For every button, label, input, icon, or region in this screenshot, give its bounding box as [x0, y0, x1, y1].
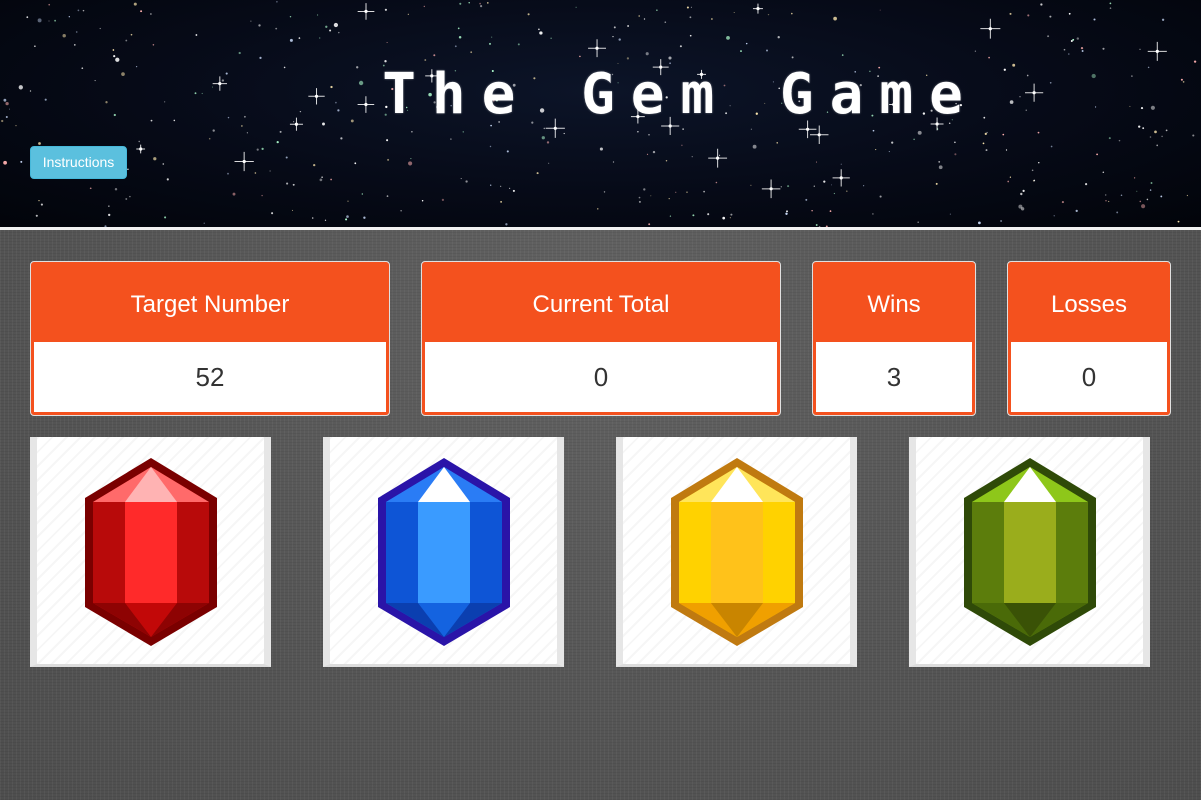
- current-total-label: Current Total: [532, 291, 670, 318]
- red-gem-icon: [85, 458, 217, 646]
- current-total-panel: Current Total 0: [421, 261, 781, 416]
- yellow-gem-button[interactable]: [616, 437, 857, 667]
- page-title: The Gem Game: [382, 62, 979, 127]
- red-gem-button[interactable]: [30, 437, 271, 667]
- losses-value: 0: [1011, 342, 1167, 412]
- green-gem-icon: [964, 458, 1096, 646]
- target-number-panel: Target Number 52: [30, 261, 390, 416]
- wins-value: 3: [816, 342, 972, 412]
- losses-label: Losses: [1050, 291, 1128, 318]
- green-gem-button[interactable]: [909, 437, 1150, 667]
- yellow-gem-icon: [671, 458, 803, 646]
- header-divider: [0, 227, 1201, 230]
- wins-panel: Wins 3: [812, 261, 976, 416]
- current-total-value: 0: [425, 342, 777, 412]
- wins-label: Wins: [867, 291, 921, 318]
- header-banner: The Gem Game Instructions: [0, 0, 1201, 227]
- blue-gem-icon: [378, 458, 510, 646]
- target-number-value: 52: [34, 342, 386, 412]
- target-number-label: Target Number: [130, 291, 290, 318]
- instructions-button[interactable]: Instructions: [30, 146, 127, 179]
- losses-panel: Losses 0: [1007, 261, 1171, 416]
- blue-gem-button[interactable]: [323, 437, 564, 667]
